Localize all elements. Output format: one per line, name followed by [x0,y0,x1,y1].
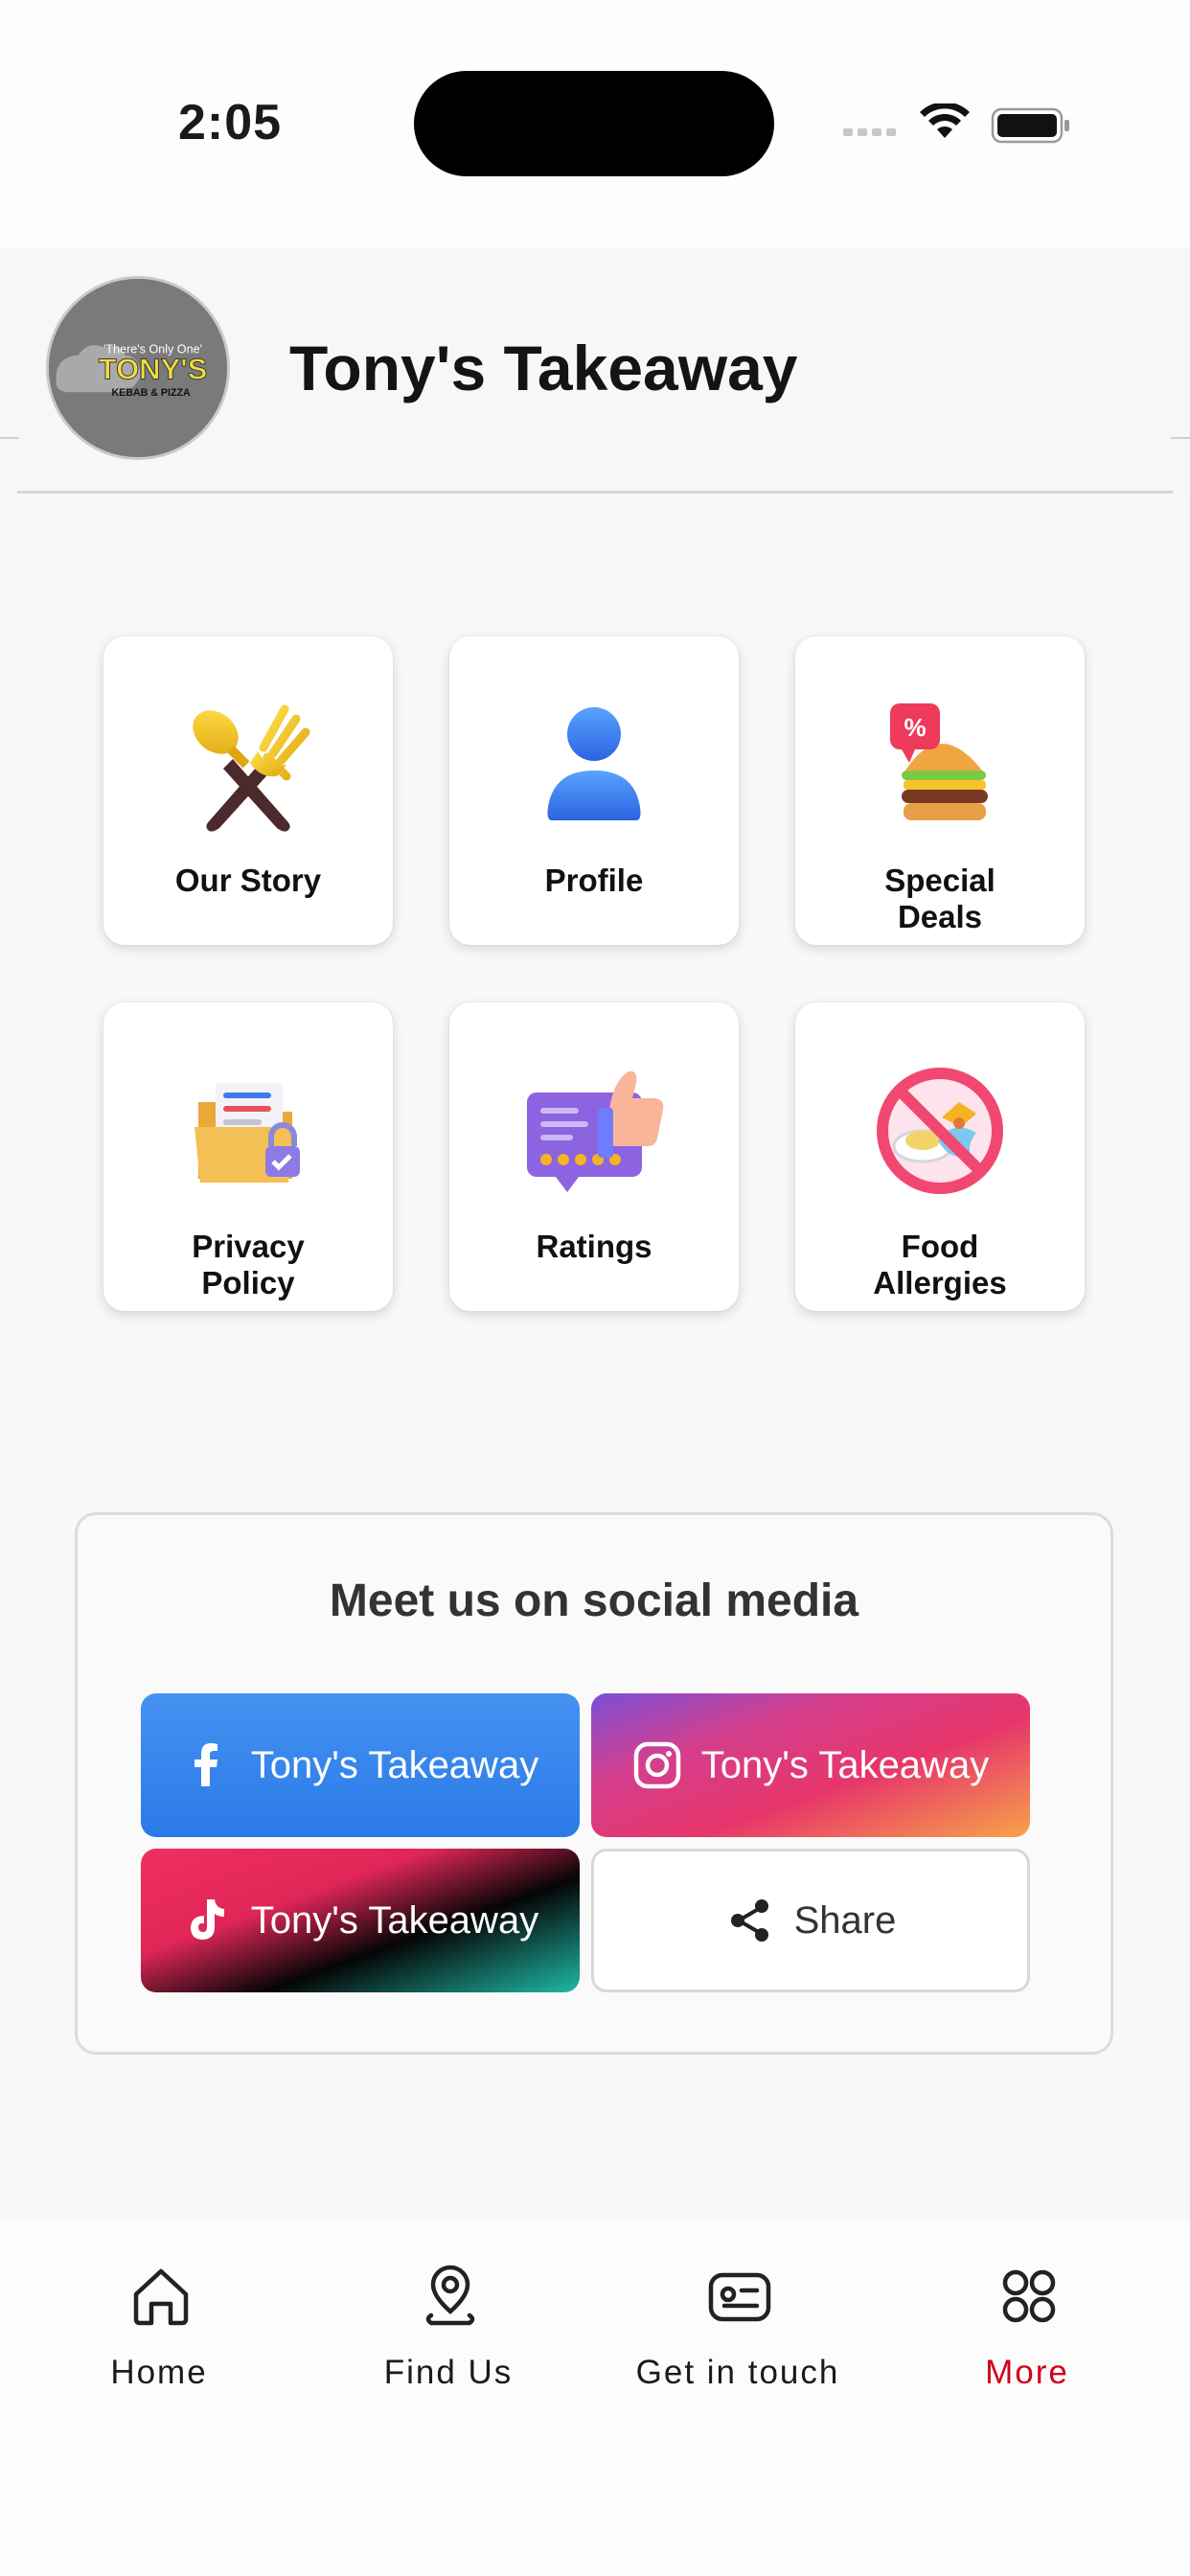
instagram-icon [633,1741,681,1789]
grid-icon [1002,2269,1056,2323]
tile-special-deals[interactable]: % Special Deals [795,636,1085,945]
tab-get-in-touch[interactable]: Get in touch [594,2220,881,2411]
social-title: Meet us on social media [329,1576,859,1626]
tab-label: Get in touch [635,2354,840,2391]
facebook-icon [194,1743,217,1786]
page-title: Tony's Takeaway [289,333,798,403]
tab-label: Find Us [383,2354,514,2391]
rating-thumbs-up-icon [527,1070,664,1192]
header-divider [17,491,1173,494]
battery-icon [991,107,1069,144]
svg-text:%: % [904,713,926,742]
tile-food-allergies[interactable]: Food Allergies [795,1002,1085,1311]
app-header: 'There's Only One' TONY'S KEBAB & PIZZA … [0,247,1190,493]
status-time: 2:05 [178,95,283,150]
facebook-button[interactable]: Tony's Takeaway [141,1693,580,1837]
tile-label: Privacy Policy [192,1229,305,1300]
tiktok-label: Tony's Takeaway [250,1898,539,1942]
tile-label: Food Allergies [873,1229,1007,1300]
brand-logo: 'There's Only One' TONY'S KEBAB & PIZZA [46,276,230,460]
user-icon [547,707,641,820]
bottom-tab-bar: Home Find Us Get in touch More [0,2220,1190,2576]
social-media-card: Meet us on social media Tony's Takeaway … [75,1512,1113,2055]
logo-artwork: 'There's Only One' TONY'S KEBAB & PIZZA [49,279,227,457]
svg-text:TONY'S: TONY'S [99,353,208,386]
instagram-label: Tony's Takeaway [700,1743,990,1786]
share-icon [730,1899,768,1942]
tab-label: Home [110,2354,208,2391]
tab-find-us[interactable]: Find Us [305,2220,592,2411]
tiktok-icon [190,1899,224,1940]
contact-card-icon [708,2272,771,2322]
burger-discount-icon: % [890,703,988,820]
tile-label: Our Story [174,862,322,898]
tab-home[interactable]: Home [15,2220,303,2411]
tile-label: Ratings [536,1229,652,1264]
status-bar: 2:05 [0,0,1190,247]
facebook-label: Tony's Takeaway [250,1743,539,1786]
dynamic-island [414,71,774,176]
location-pin-icon [425,2265,475,2326]
status-icons [843,104,1069,144]
share-label: Share [793,1898,897,1942]
no-allergen-icon [877,1068,1003,1194]
tile-label: Profile [544,862,644,898]
tile-label: Special Deals [884,862,995,934]
tile-privacy-policy[interactable]: Privacy Policy [103,1002,393,1311]
wifi-icon [920,104,970,138]
tab-more[interactable]: More [883,2220,1171,2411]
tile-profile[interactable]: Profile [449,636,739,945]
fork-spoon-icon [193,704,310,832]
folder-lock-icon [195,1083,300,1183]
tab-label: More [985,2354,1069,2391]
svg-text:KEBAB & PIZZA: KEBAB & PIZZA [111,387,190,399]
tiktok-button[interactable]: Tony's Takeaway [141,1849,580,1992]
signal-icon [843,128,896,136]
share-button[interactable]: Share [591,1849,1030,1992]
instagram-button[interactable]: Tony's Takeaway [591,1693,1030,1837]
home-icon [133,2268,189,2326]
divider [1171,437,1190,439]
divider [0,437,19,439]
tile-ratings[interactable]: Ratings [449,1002,739,1311]
tile-our-story[interactable]: Our Story [103,636,393,945]
